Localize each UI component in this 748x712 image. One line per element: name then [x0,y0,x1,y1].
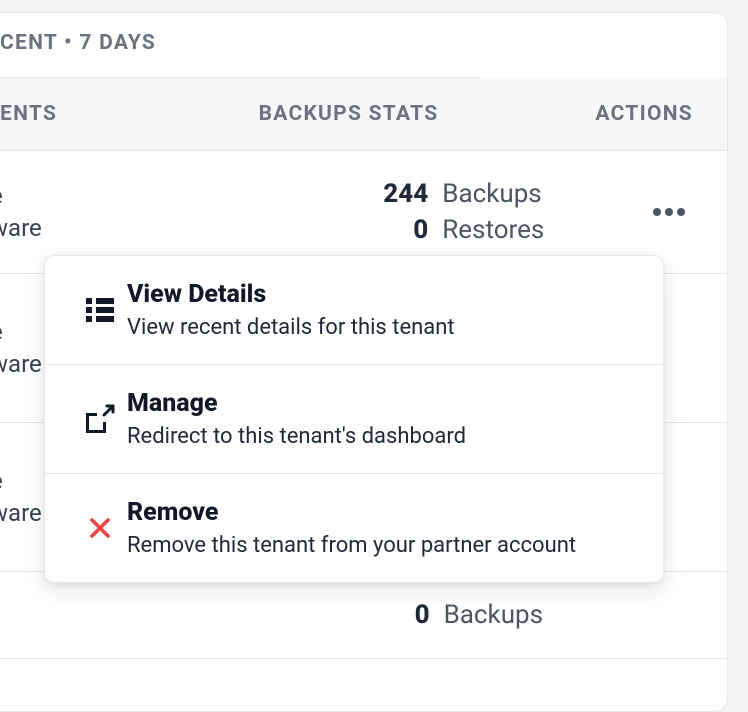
dropdown-item-title: Remove [127,498,635,527]
stat-line: 0 Backups [154,600,543,630]
stat-value: 0 [154,600,444,630]
dropdown-item-manage[interactable]: Manage Redirect to this tenant's dashboa… [45,365,663,474]
columns-row: ENTS BACKUPS STATS ACTIONS [0,78,727,151]
actions-dropdown: View Details View recent details for thi… [44,255,664,583]
stats-cell: 0 Backups [154,600,543,630]
stat-line: 244 Backups [152,179,544,209]
stat-label: Backups [442,179,541,209]
events-cell: e ware [0,182,152,242]
events-line1: e [0,182,152,210]
dropdown-item-desc: Remove this tenant from your partner acc… [127,533,635,558]
external-link-icon [73,405,127,433]
dropdown-item-remove[interactable]: Remove Remove this tenant from your part… [45,474,663,582]
dropdown-text: Manage Redirect to this tenant's dashboa… [127,389,635,449]
col-header-actions: ACTIONS [527,102,717,126]
stats-cell: 244 Backups 0 Restores [152,179,544,245]
dropdown-item-desc: View recent details for this tenant [127,315,635,340]
close-icon [73,515,127,541]
stat-line: 0 Restores [152,215,544,245]
dropdown-text: Remove Remove this tenant from your part… [127,498,635,558]
dropdown-item-view-details[interactable]: View Details View recent details for thi… [45,256,663,365]
more-actions-button[interactable] [645,200,693,224]
dropdown-text: View Details View recent details for thi… [127,280,635,340]
dropdown-item-desc: Redirect to this tenant's dashboard [127,424,635,449]
dropdown-item-title: Manage [127,389,635,418]
header-bar: CENT • 7 DAYS [0,13,480,78]
col-header-stats: BACKUPS STATS [170,102,527,126]
stat-label: Restores [442,215,544,245]
stat-value: 0 [152,215,442,245]
header-title: CENT • 7 DAYS [0,31,156,55]
dropdown-item-title: View Details [127,280,635,309]
list-icon [73,298,127,322]
events-line2: ware [0,214,152,242]
col-header-events: ENTS [0,102,170,126]
stat-label: Backups [444,600,543,630]
actions-cell [544,200,717,224]
table-row: 0 Backups [0,572,727,659]
stat-value: 244 [152,179,442,209]
